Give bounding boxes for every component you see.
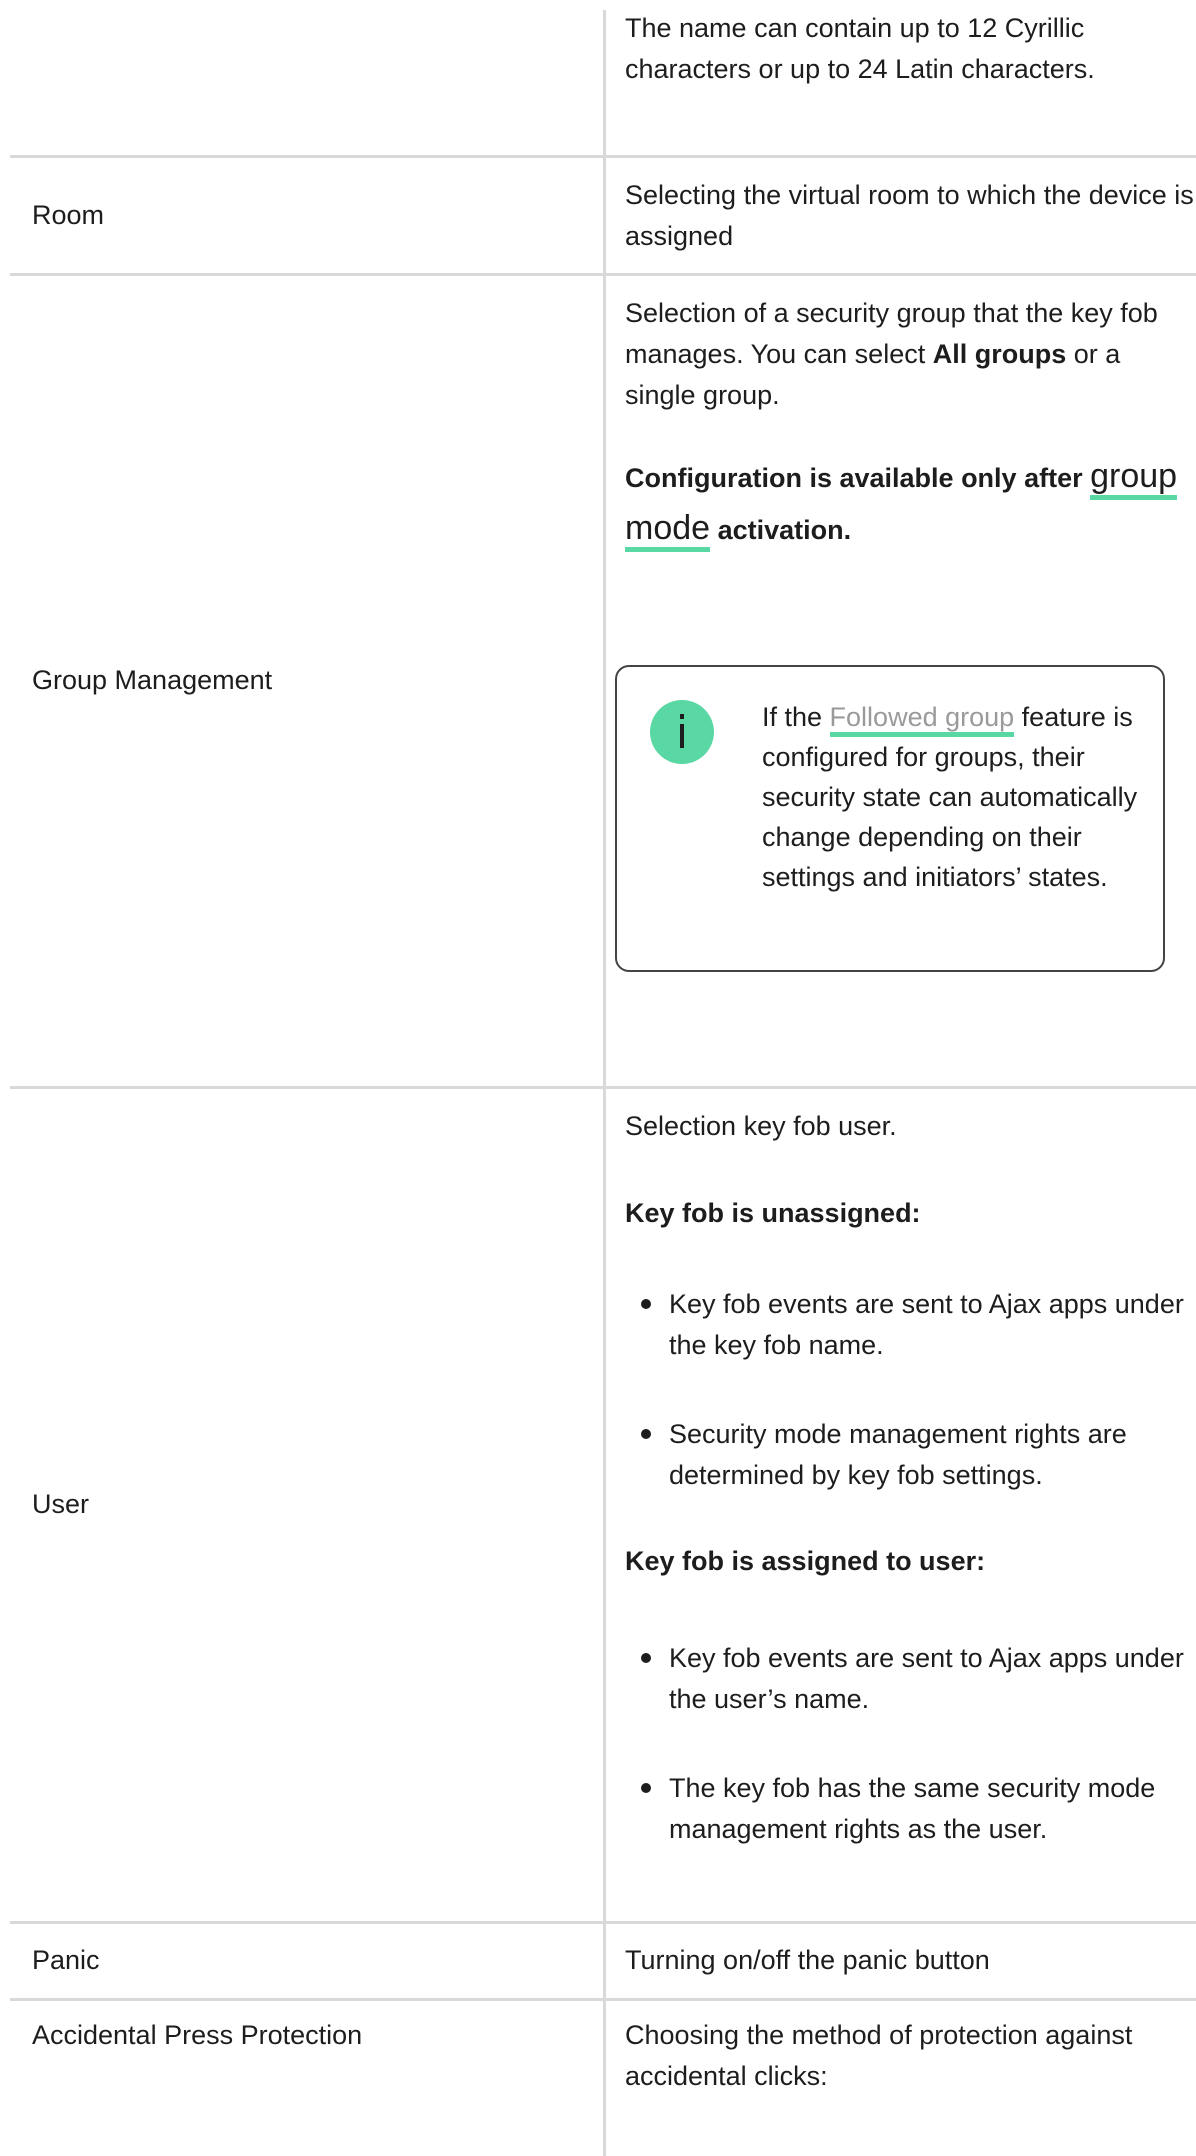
column-divider bbox=[603, 10, 606, 2156]
unassigned-heading: Key fob is unassigned: bbox=[625, 1198, 921, 1228]
group-management-description: Selection of a security group that the k… bbox=[625, 293, 1195, 556]
panic-label: Panic bbox=[32, 1945, 100, 1975]
user-label: User bbox=[32, 1489, 90, 1519]
accidental-press-label: Accidental Press Protection bbox=[32, 2020, 363, 2050]
user-intro: Selection key fob user. bbox=[625, 1111, 897, 1141]
info-callout: If the Followed group feature is configu… bbox=[615, 665, 1165, 972]
group-mode-note: Configuration is available only after gr… bbox=[625, 452, 1195, 556]
user-description: Selection key fob user. Key fob is unass… bbox=[625, 1106, 1195, 1850]
name-description: The name can contain up to 12 Cyrillic c… bbox=[625, 13, 1095, 84]
list-item: Key fob events are sent to Ajax apps und… bbox=[625, 1284, 1195, 1366]
group-note-end: activation. bbox=[710, 515, 852, 545]
list-item: Security mode management rights are dete… bbox=[625, 1414, 1195, 1496]
accidental-press-description: Choosing the method of protection agains… bbox=[625, 2020, 1133, 2091]
room-label: Room bbox=[32, 200, 105, 230]
room-description: Selecting the virtual room to which the … bbox=[625, 180, 1194, 251]
group-note-start: Configuration is available only after bbox=[625, 463, 1091, 493]
assigned-list: Key fob events are sent to Ajax apps und… bbox=[625, 1638, 1195, 1850]
info-glyph bbox=[680, 714, 684, 748]
assigned-heading: Key fob is assigned to user: bbox=[625, 1546, 986, 1576]
all-groups-text: All groups bbox=[932, 339, 1067, 369]
info-callout-text: If the Followed group feature is configu… bbox=[762, 697, 1142, 897]
group-management-label: Group Management bbox=[32, 665, 273, 695]
info-icon bbox=[650, 700, 714, 764]
unassigned-list: Key fob events are sent to Ajax apps und… bbox=[625, 1284, 1195, 1496]
panic-description: Turning on/off the panic button bbox=[625, 1945, 990, 1975]
followed-group-link[interactable]: Followed group bbox=[829, 702, 1015, 737]
list-item: Key fob events are sent to Ajax apps und… bbox=[625, 1638, 1195, 1720]
info-text-start: If the bbox=[762, 702, 830, 732]
list-item: The key fob has the same security mode m… bbox=[625, 1768, 1195, 1850]
